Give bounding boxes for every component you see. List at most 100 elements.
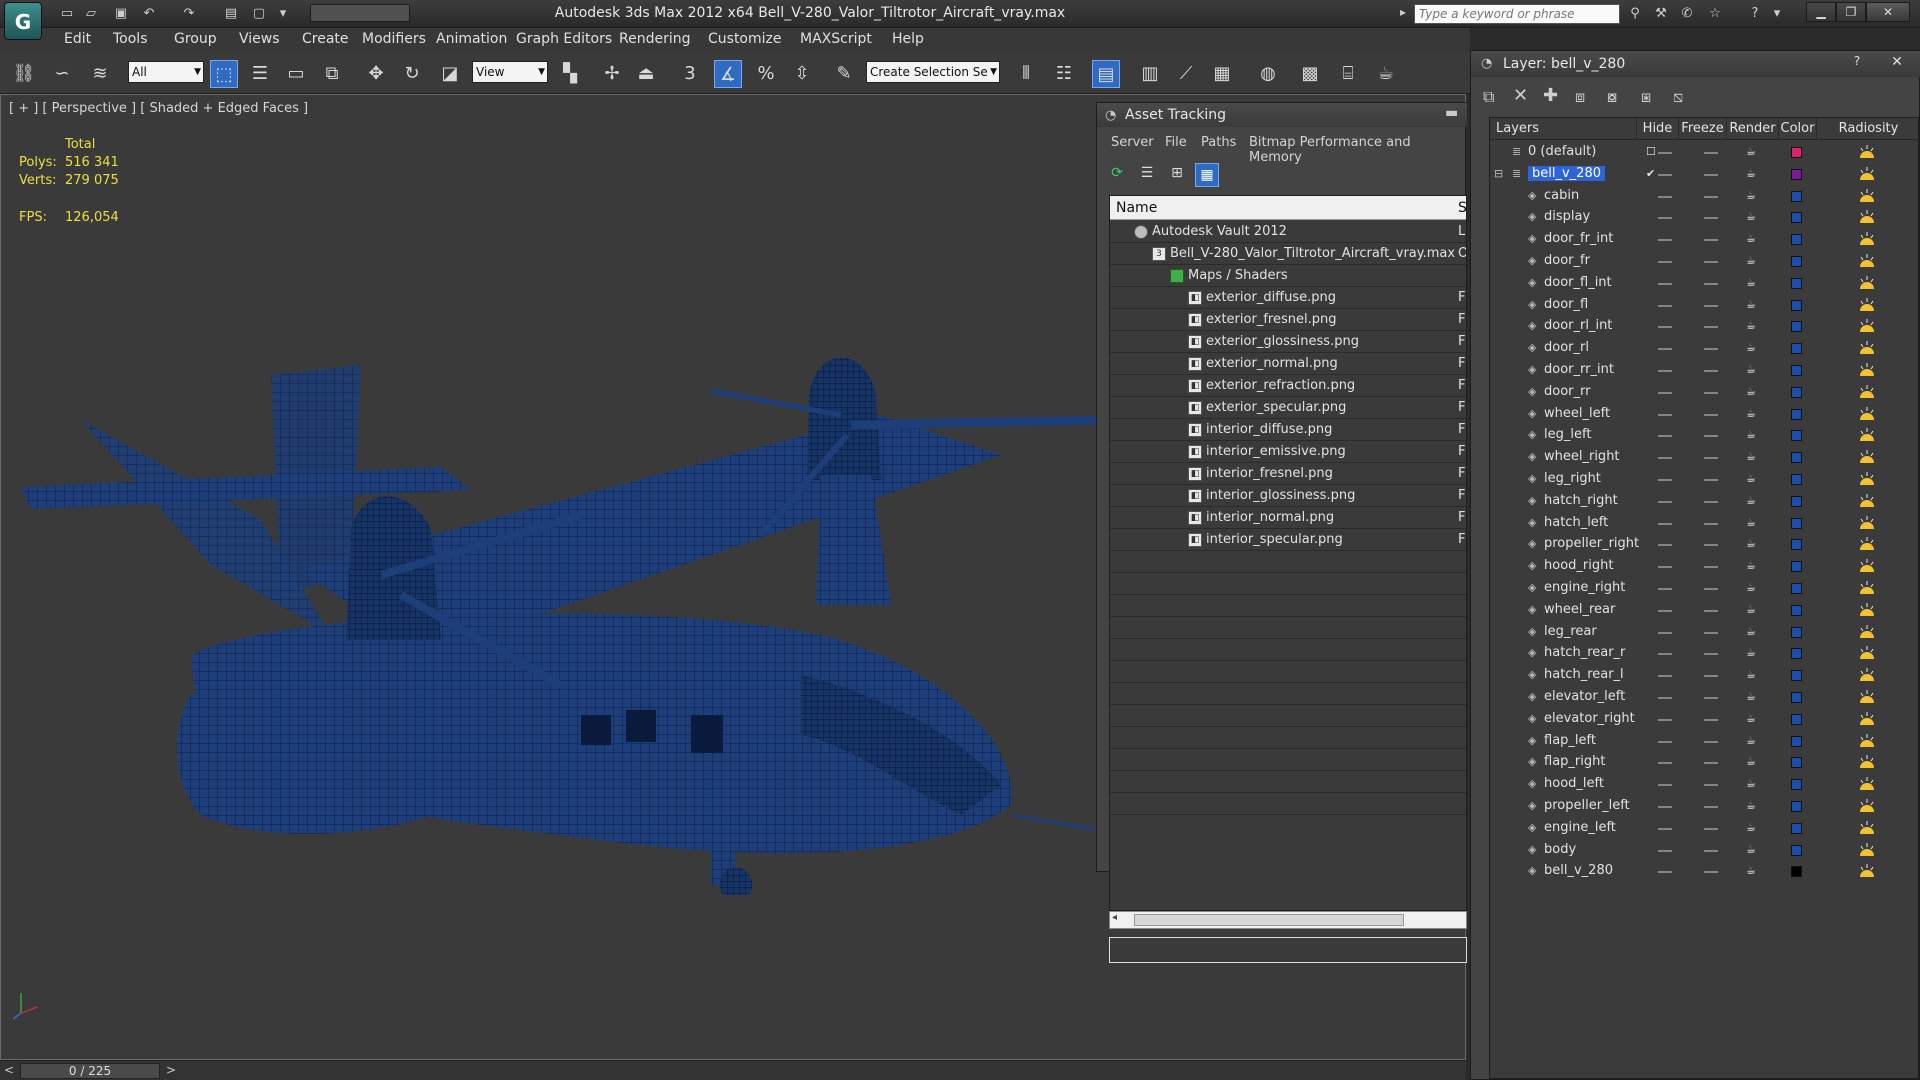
layer-name[interactable]: leg_left [1544, 427, 1591, 442]
select-manipulate-icon[interactable]: ✢ [598, 60, 626, 88]
column-status[interactable]: S [1458, 196, 1466, 220]
color-swatch[interactable] [1791, 866, 1802, 878]
render-teapot-icon[interactable]: ☕ [1746, 712, 1760, 725]
hide-toggle[interactable] [1658, 304, 1672, 307]
render-teapot-icon[interactable]: ☕ [1746, 211, 1760, 223]
hide-toggle[interactable] [1658, 326, 1672, 329]
layer-name[interactable]: wheel_right [1544, 449, 1620, 464]
render-teapot-icon[interactable]: ☕ [1746, 385, 1760, 398]
edit-named-selection-icon[interactable]: ✎ [830, 60, 858, 88]
radiosity-sun-icon[interactable] [1858, 863, 1876, 879]
color-swatch[interactable] [1791, 801, 1802, 812]
asset-row[interactable]: Autodesk Vault 2012 L [1110, 221, 1466, 243]
delete-layer-icon[interactable]: ✕ [1513, 85, 1528, 106]
freeze-toggle[interactable] [1704, 435, 1718, 438]
spinner-snap-icon[interactable]: ⇳ [788, 60, 816, 88]
render-teapot-icon[interactable]: ☕ [1746, 429, 1760, 441]
search-expand-icon[interactable]: ▸ [1400, 5, 1406, 19]
radiosity-sun-icon[interactable] [1858, 188, 1876, 204]
layer-name[interactable]: elevator_right [1544, 711, 1635, 726]
render-teapot-icon[interactable]: ☕ [1746, 734, 1760, 747]
hide-toggle[interactable] [1658, 566, 1672, 569]
curve-editor-icon[interactable]: ⟋ [1172, 60, 1200, 88]
set-current-checkbox[interactable]: ☐ [1646, 146, 1658, 158]
radiosity-sun-icon[interactable] [1858, 602, 1876, 618]
asset-row[interactable]: ◧ exterior_refraction.png F [1110, 375, 1466, 397]
color-swatch[interactable] [1791, 626, 1802, 638]
color-swatch[interactable] [1791, 321, 1802, 333]
move-icon[interactable]: ✥ [362, 60, 390, 88]
render-teapot-icon[interactable]: ☕ [1746, 756, 1760, 768]
select-object-icon[interactable]: ⬚ [210, 60, 238, 88]
render-teapot-icon[interactable]: ☕ [1746, 821, 1760, 834]
freeze-toggle[interactable] [1704, 217, 1718, 220]
object-row[interactable]: ◈ engine_left ☕ [1490, 818, 1920, 840]
layer-name[interactable]: door_fr_int [1544, 231, 1613, 246]
radiosity-sun-icon[interactable] [1858, 166, 1876, 182]
freeze-toggle[interactable] [1704, 348, 1718, 351]
list-view-icon[interactable]: ☰ [1137, 165, 1157, 185]
radiosity-sun-icon[interactable] [1858, 449, 1876, 465]
bind-space-warp-icon[interactable]: ≋ [86, 60, 114, 88]
render-teapot-icon[interactable]: ☕ [1746, 473, 1760, 485]
freeze-toggle[interactable] [1704, 697, 1718, 699]
object-row[interactable]: ◈ door_fl_int ☕ [1490, 273, 1920, 295]
layer-name[interactable]: propeller_right [1544, 536, 1639, 551]
layer-name[interactable]: wheel_left [1544, 406, 1610, 421]
hide-toggle[interactable] [1658, 195, 1672, 198]
color-swatch[interactable] [1791, 735, 1802, 747]
freeze-toggle[interactable] [1704, 653, 1718, 656]
radiosity-sun-icon[interactable] [1858, 645, 1876, 661]
radiosity-sun-icon[interactable] [1858, 493, 1876, 509]
freeze-toggle[interactable] [1704, 588, 1718, 590]
qa-dropdown-icon[interactable]: ▾ [272, 4, 294, 24]
hide-toggle[interactable] [1658, 261, 1672, 263]
column-render[interactable]: Render [1726, 118, 1778, 140]
color-swatch[interactable] [1791, 757, 1802, 769]
menu-tools[interactable]: Tools [113, 31, 148, 47]
radiosity-sun-icon[interactable] [1858, 624, 1876, 640]
render-teapot-icon[interactable]: ☕ [1746, 407, 1760, 420]
select-by-name-icon[interactable]: ☰ [246, 60, 274, 88]
align-icon[interactable]: ☷ [1050, 60, 1078, 88]
render-production-icon[interactable]: ☕ [1372, 60, 1400, 88]
hide-toggle[interactable] [1658, 675, 1672, 678]
hide-toggle[interactable] [1658, 282, 1672, 285]
menu-create[interactable]: Create [302, 31, 349, 47]
layer-name[interactable]: door_fl_int [1544, 275, 1612, 290]
hide-toggle[interactable] [1658, 871, 1672, 874]
object-row[interactable]: ◈ cabin ☕ [1490, 186, 1920, 208]
hide-toggle[interactable] [1658, 457, 1672, 460]
hide-toggle[interactable] [1658, 544, 1672, 547]
material-editor-icon[interactable]: ◍ [1254, 60, 1282, 88]
render-teapot-icon[interactable]: ☕ [1746, 800, 1760, 812]
object-row[interactable]: ◈ wheel_rear ☕ [1490, 600, 1920, 622]
layer-row[interactable]: ⊟ ≣ bell_v_280 ✔ ☕ [1490, 164, 1920, 186]
layer-name[interactable]: hood_left [1544, 776, 1604, 791]
layer-name[interactable]: flap_left [1544, 733, 1596, 748]
render-teapot-icon[interactable]: ☕ [1746, 342, 1760, 354]
color-swatch[interactable] [1791, 168, 1802, 180]
asset-row[interactable]: ◧ interior_specular.png F [1110, 529, 1466, 551]
workspace-icon[interactable]: ▢ [248, 4, 270, 24]
color-swatch[interactable] [1791, 648, 1802, 660]
freeze-toggle[interactable] [1704, 304, 1718, 307]
freeze-toggle[interactable] [1704, 522, 1718, 525]
project-folder-icon[interactable]: ▤ [220, 4, 242, 24]
scroll-left-icon[interactable]: ◂ [1112, 912, 1117, 923]
communication-icon[interactable]: ✆ [1676, 4, 1698, 24]
color-swatch[interactable] [1791, 190, 1802, 202]
refresh-icon[interactable]: ⟳ [1107, 165, 1127, 185]
hide-toggle[interactable] [1658, 740, 1672, 743]
layer-name[interactable]: door_fr [1544, 253, 1590, 268]
color-swatch[interactable] [1791, 583, 1802, 594]
hide-all-icon[interactable]: ⧆ [1641, 87, 1651, 107]
hide-toggle[interactable] [1658, 653, 1672, 656]
layer-name[interactable]: engine_right [1544, 580, 1625, 595]
asset-row[interactable]: ◧ exterior_normal.png F [1110, 353, 1466, 375]
hide-toggle[interactable] [1658, 827, 1672, 830]
hide-toggle[interactable] [1658, 631, 1672, 634]
object-row[interactable]: ◈ door_rr ☕ [1490, 382, 1920, 404]
color-swatch[interactable] [1791, 779, 1802, 791]
layer-name[interactable]: door_rr [1544, 384, 1590, 399]
